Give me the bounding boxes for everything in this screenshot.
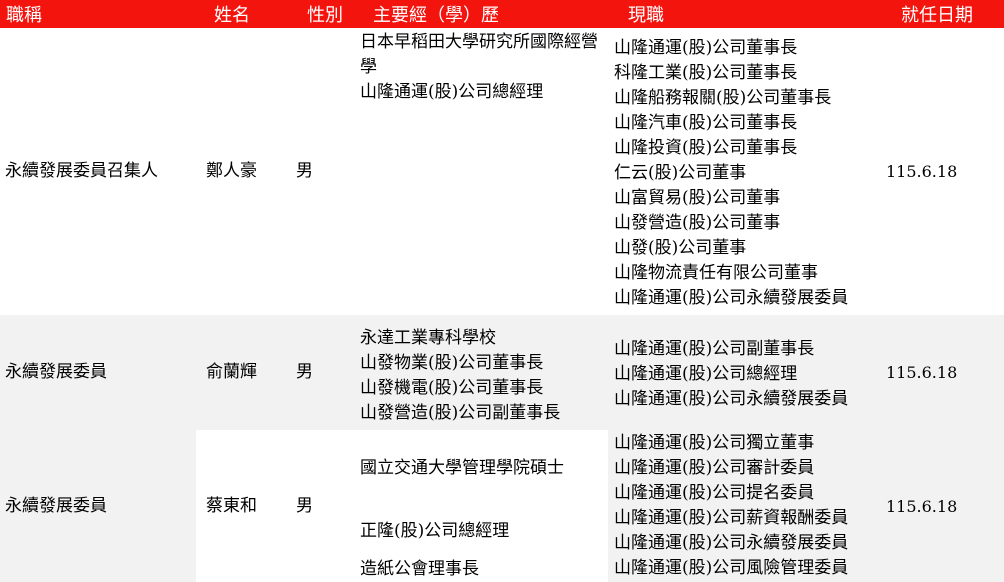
position-item: 山隆通運(股)公司永續發展委員 [614,388,849,409]
position-item: 科隆工業(股)公司董事長 [614,63,798,83]
position-item: 山隆汽車(股)公司董事長 [614,113,798,133]
position-item: 山隆通運(股)公司永續發展委員 [614,533,849,553]
member-title: 永續發展委員 [0,430,196,582]
table-header-row: 職稱 姓名 性別 主要經（學）歷 現職 就任日期 [0,0,1004,28]
education-item: 造紙公會理事長 [360,559,479,579]
position-item: 山隆通運(股)公司總經理 [614,363,798,384]
member-education: 永達工業專科學校 山發物業(股)公司董事長 山發機電(股)公司董事長 山發營造(… [355,315,608,430]
education-item: 山發營造(股)公司副董事長 [360,402,561,423]
table-row: 永續發展委員 俞蘭輝 男 永達工業專科學校 山發物業(股)公司董事長 山發機電(… [0,315,1004,430]
education-item: 國立交通大學管理學院碩士 [360,458,564,478]
education-item: 山發機電(股)公司董事長 [360,377,544,398]
member-start-date: 115.6.18 [886,162,958,181]
position-item: 山富貿易(股)公司董事 [614,188,781,208]
member-start-date: 115.6.18 [881,430,1004,582]
member-positions: 山隆通運(股)公司董事長 科隆工業(股)公司董事長 山隆船務報關(股)公司董事長… [608,28,881,315]
header-start-date: 就任日期 [901,5,973,26]
position-item: 山隆通運(股)公司薪資報酬委員 [614,508,849,528]
member-title: 永續發展委員 [5,362,107,382]
member-positions: 山隆通運(股)公司副董事長 山隆通運(股)公司總經理 山隆通運(股)公司永續發展… [608,315,881,430]
position-item: 山隆通運(股)公司永續發展委員 [614,288,849,308]
education-item: 日本早稻田大學研究所國際經營學 [360,32,598,77]
position-item: 山隆通運(股)公司獨立董事 [614,433,815,453]
header-title: 職稱 [6,5,42,26]
member-positions: 山隆通運(股)公司獨立董事 山隆通運(股)公司審計委員 山隆通運(股)公司提名委… [608,430,881,582]
member-start-date: 115.6.18 [886,363,958,382]
member-name: 鄭人豪 [206,161,257,181]
header-education: 主要經（學）歷 [373,5,499,26]
position-item: 山隆投資(股)公司董事長 [614,138,798,158]
header-current-position: 現職 [628,5,664,26]
position-item: 仁云(股)公司董事 [614,163,747,183]
position-item: 山隆通運(股)公司副董事長 [614,338,815,359]
education-item: 正隆(股)公司總經理 [360,521,510,541]
position-item: 山隆通運(股)公司審計委員 [614,458,815,478]
position-item: 山隆物流責任有限公司董事 [614,263,818,283]
education-item: 永達工業專科學校 [360,327,496,348]
member-gender: 男 [279,430,355,582]
header-name: 姓名 [214,5,250,26]
member-name: 蔡東和 [196,430,279,582]
member-title: 永續發展委員召集人 [5,161,158,181]
position-item: 山隆船務報關(股)公司董事長 [614,88,832,108]
education-item: 山隆通運(股)公司總經理 [360,82,544,102]
committee-members-table: 職稱 姓名 性別 主要經（學）歷 現職 就任日期 永續發展委員召集人 鄭人豪 男… [0,0,1004,582]
position-item: 山隆通運(股)公司風險管理委員 [614,558,849,578]
position-item: 山隆通運(股)公司提名委員 [614,483,815,503]
position-item: 山隆通運(股)公司董事長 [614,38,798,58]
header-gender: 性別 [307,5,343,26]
education-item: 山發物業(股)公司董事長 [360,352,544,373]
position-item: 山發(股)公司董事 [614,238,747,258]
member-gender: 男 [296,362,313,382]
member-gender: 男 [296,161,313,181]
member-education: 國立交通大學管理學院碩士 正隆(股)公司總經理 造紙公會理事長 [355,430,608,582]
member-name: 俞蘭輝 [206,362,257,382]
table-row: 永續發展委員召集人 鄭人豪 男 日本早稻田大學研究所國際經營學 山隆通運(股)公… [0,28,1004,315]
table-row: 永續發展委員 蔡東和 男 國立交通大學管理學院碩士 正隆(股)公司總經理 造紙公… [0,430,1004,582]
member-education: 日本早稻田大學研究所國際經營學 山隆通運(股)公司總經理 [355,28,608,315]
position-item: 山發營造(股)公司董事 [614,213,781,233]
